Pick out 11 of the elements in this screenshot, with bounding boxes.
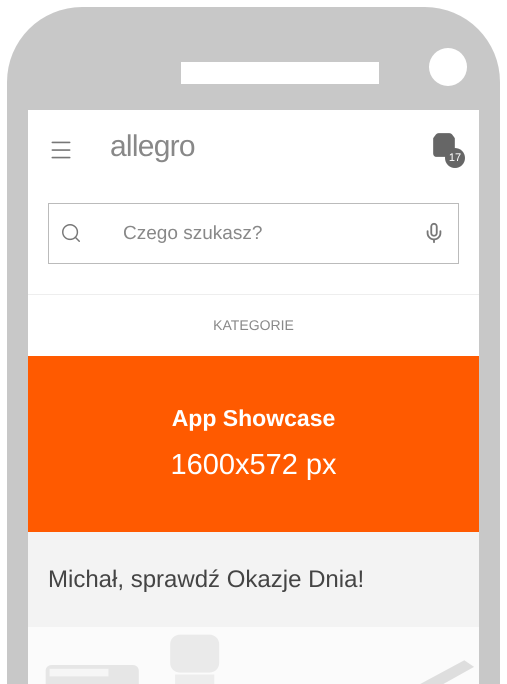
banner-title: App Showcase — [172, 404, 336, 433]
search-field[interactable]: Czego szukasz? — [48, 203, 459, 264]
greeting-heading: Michał, sprawdź Okazje Dnia! — [48, 564, 364, 594]
logo: allegro — [110, 132, 195, 165]
cart-button[interactable]: 17 — [431, 132, 465, 168]
camera-icon — [429, 48, 467, 86]
banner-subtitle: 1600x572 px — [170, 448, 337, 482]
categories-link[interactable]: KATEGORIE — [213, 315, 294, 336]
search-icon — [60, 222, 82, 244]
cart-count-badge: 17 — [445, 148, 465, 168]
banner[interactable]: App Showcase 1600x572 px — [28, 356, 479, 532]
